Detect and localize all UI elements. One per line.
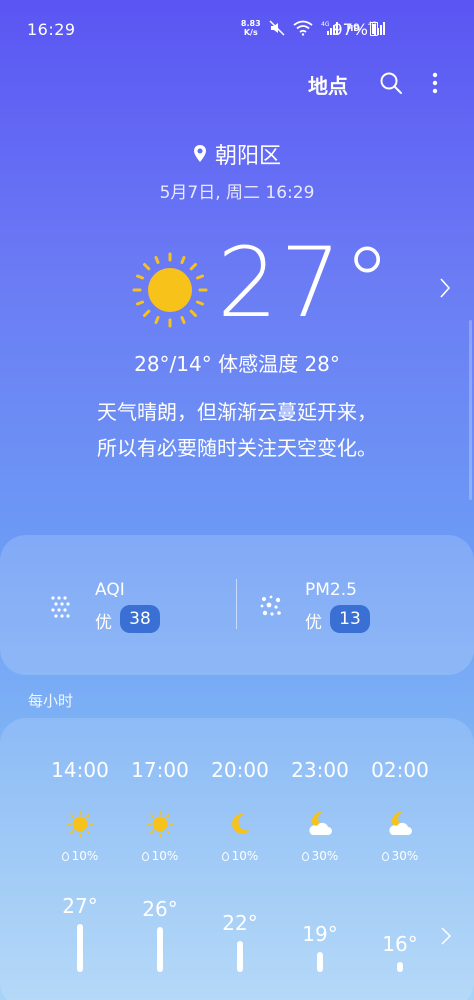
temperature-bar	[397, 962, 403, 972]
hourly-item: 14:00 10% 27°	[40, 718, 120, 1000]
search-icon[interactable]	[378, 70, 404, 96]
hourly-item: 20:00 10% 22°	[200, 718, 280, 1000]
network-speed-unit: K/s	[243, 28, 258, 37]
hourly-precipitation: 10%	[120, 849, 200, 863]
sun-icon	[146, 810, 174, 838]
battery-icon	[370, 22, 378, 36]
mute-icon	[269, 20, 285, 36]
hourly-item: 23:00 30% 19°	[280, 718, 360, 1000]
raindrop-icon	[221, 852, 229, 861]
weather-description-line2: 所以有必要随时关注天空变化。	[97, 436, 377, 460]
location-pin-icon	[193, 145, 206, 162]
aqi-level: 优	[95, 613, 112, 633]
chevron-right-icon[interactable]	[440, 926, 452, 946]
hourly-item: 02:00 30% 16°	[360, 718, 440, 1000]
hourly-temperature: 27°	[62, 894, 98, 918]
pm25-level: 优	[305, 613, 322, 633]
app-bar: 地点	[0, 60, 474, 104]
scrollbar[interactable]	[469, 320, 472, 500]
pm25-value-badge: 13	[330, 605, 370, 633]
moon-icon	[226, 810, 254, 838]
hourly-precipitation: 10%	[200, 849, 280, 863]
current-datetime: 5月7日, 周二 16:29	[159, 183, 315, 203]
hourly-temperature: 19°	[302, 922, 338, 946]
signal-4g-label: 4G	[321, 21, 330, 28]
network-speed-value: 8.83	[240, 19, 261, 28]
hourly-temperature: 22°	[222, 911, 258, 935]
aqi-dots-icon	[51, 596, 70, 618]
raindrop-icon	[381, 852, 389, 861]
hourly-temperature: 16°	[382, 932, 418, 956]
hourly-precipitation: 30%	[360, 849, 440, 863]
hourly-label: 每小时	[28, 692, 74, 710]
locations-button[interactable]: 地点	[308, 70, 348, 99]
moon-cloud-icon	[386, 810, 414, 838]
hourly-forecast-card[interactable]: 14:00 10% 27° 17:00 10% 26° 20:00 10% 22° 23:00 30…	[0, 718, 474, 1000]
temperature-bar	[157, 927, 163, 972]
raindrop-icon	[301, 852, 309, 861]
aqi-value-badge: 38	[120, 605, 160, 633]
network-speed: 8.83 K/s	[241, 19, 261, 37]
more-vert-icon[interactable]	[428, 70, 442, 96]
hourly-time: 17:00	[131, 758, 189, 782]
location-name: 朝阳区	[214, 144, 281, 169]
hourly-temperature: 26°	[142, 897, 178, 921]
temperature-bar	[77, 924, 83, 972]
hourly-item: 17:00 10% 26°	[120, 718, 200, 1000]
raindrop-icon	[141, 852, 149, 861]
hourly-precipitation: 10%	[40, 849, 120, 863]
temperature-bar	[237, 941, 243, 972]
current-temperature: 27°	[217, 227, 394, 339]
chevron-right-icon[interactable]	[438, 276, 452, 300]
location-row[interactable]: 朝阳区	[0, 138, 474, 170]
battery-percent: 97%	[332, 20, 368, 39]
pm25-particles-icon	[260, 595, 281, 616]
moon-cloud-icon	[306, 810, 334, 838]
status-time: 16:29	[27, 20, 76, 39]
wifi-icon	[293, 20, 313, 36]
weather-description-line1: 天气晴朗，但渐渐云蔓延开来，	[97, 400, 377, 424]
temp-range-feels-like: 28°/14° 体感温度 28°	[134, 352, 340, 376]
sun-icon	[66, 810, 94, 838]
status-bar: 16:29 8.83 K/s 4G HD 4G 97%	[0, 0, 474, 60]
hourly-time: 23:00	[291, 758, 349, 782]
hourly-time: 14:00	[51, 758, 109, 782]
temperature-bar	[317, 952, 323, 972]
aqi-title: AQI	[95, 580, 125, 600]
aqi-divider	[236, 579, 237, 629]
pm25-title: PM2.5	[305, 580, 357, 600]
weather-description: 天气晴朗，但渐渐云蔓延开来， 所以有必要随时关注天空变化。	[0, 394, 474, 466]
sun-icon	[132, 252, 208, 328]
raindrop-icon	[61, 852, 69, 861]
hourly-time: 20:00	[211, 758, 269, 782]
hourly-precipitation: 30%	[280, 849, 360, 863]
hourly-time: 02:00	[371, 758, 429, 782]
air-quality-card[interactable]: AQI 优 38 PM2.5 优 13	[0, 535, 474, 675]
